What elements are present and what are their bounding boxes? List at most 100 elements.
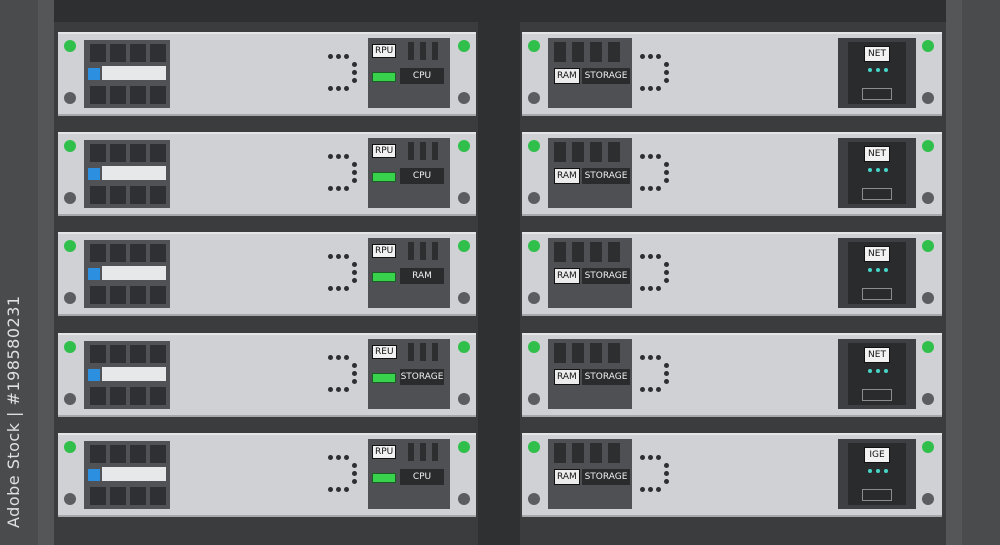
drive-slot[interactable] (110, 286, 126, 304)
unit-tag-label: RPU (372, 445, 397, 459)
connector-dot (344, 355, 349, 360)
panel-slot (432, 443, 438, 461)
drive-slot[interactable] (130, 144, 146, 162)
storage-label: STORAGE (582, 369, 630, 385)
connector-dots (328, 54, 358, 94)
drive-slot[interactable] (150, 86, 166, 104)
drive-slot[interactable] (90, 144, 106, 162)
drive-slot[interactable] (90, 186, 106, 204)
unit-control-panel: RPU CPU (368, 439, 450, 509)
drive-slot[interactable] (150, 186, 166, 204)
left-server-unit: REU STORAGE (58, 333, 476, 417)
drive-slot[interactable] (90, 244, 106, 262)
unit-tag-label: RPU (372, 144, 397, 158)
drive-slot[interactable] (90, 86, 106, 104)
drive-slot[interactable] (90, 387, 106, 405)
drive-slot[interactable] (130, 286, 146, 304)
power-led-icon (64, 341, 76, 353)
drive-slot[interactable] (150, 345, 166, 363)
network-indicator-icon (868, 68, 872, 72)
network-port[interactable] (862, 88, 892, 100)
drive-slot[interactable] (110, 487, 126, 505)
rack-rail-right (946, 0, 962, 545)
connector-dot (352, 70, 357, 75)
network-indicator-icon (876, 369, 880, 373)
screw-icon (528, 292, 540, 304)
network-port[interactable] (862, 188, 892, 200)
screw-icon (458, 493, 470, 505)
drive-slot[interactable] (110, 144, 126, 162)
network-indicator-icon (868, 268, 872, 272)
screw-icon (922, 493, 934, 505)
network-module-inner: NET (848, 142, 906, 204)
connector-dot (328, 387, 333, 392)
memory-slot (590, 42, 602, 62)
drive-slot[interactable] (130, 345, 146, 363)
network-port[interactable] (862, 288, 892, 300)
drive-slot[interactable] (150, 144, 166, 162)
drive-slot[interactable] (130, 487, 146, 505)
drive-slot[interactable] (110, 387, 126, 405)
drive-bay (84, 240, 170, 308)
drive-slot[interactable] (90, 44, 106, 62)
drive-slot[interactable] (130, 86, 146, 104)
connector-dot (648, 154, 653, 159)
drive-slot[interactable] (130, 44, 146, 62)
drive-slot[interactable] (150, 487, 166, 505)
right-server-unit: RAM STORAGE NET (522, 32, 942, 116)
connector-dot (328, 154, 333, 159)
drive-slot[interactable] (130, 244, 146, 262)
power-led-icon (528, 140, 540, 152)
status-led-icon (922, 341, 934, 353)
ram-label: RAM (554, 369, 580, 385)
network-indicator-icon (868, 469, 872, 473)
screw-icon (922, 393, 934, 405)
drive-slot[interactable] (150, 44, 166, 62)
ram-label: RAM (554, 68, 580, 84)
connector-dot (656, 387, 661, 392)
drive-slot[interactable] (150, 244, 166, 262)
drive-slot[interactable] (110, 244, 126, 262)
drive-slot[interactable] (150, 387, 166, 405)
drive-bay-button[interactable] (88, 268, 100, 280)
drive-slot[interactable] (130, 445, 146, 463)
drive-slot[interactable] (110, 186, 126, 204)
drive-bay-button[interactable] (88, 369, 100, 381)
network-port[interactable] (862, 389, 892, 401)
memory-slot (572, 42, 584, 62)
drive-slot[interactable] (130, 387, 146, 405)
connector-dot (328, 355, 333, 360)
connector-dot (344, 54, 349, 59)
drive-slot[interactable] (110, 86, 126, 104)
connector-dot (352, 270, 357, 275)
connector-dot (648, 387, 653, 392)
drive-bay (84, 40, 170, 108)
drive-slot[interactable] (90, 286, 106, 304)
panel-slot (420, 42, 426, 60)
network-indicator-icon (884, 469, 888, 473)
drive-slot[interactable] (90, 487, 106, 505)
memory-slot (554, 142, 566, 162)
screw-icon (458, 192, 470, 204)
drive-slot[interactable] (110, 345, 126, 363)
drive-slot[interactable] (130, 186, 146, 204)
drive-slot[interactable] (110, 44, 126, 62)
drive-slot[interactable] (150, 445, 166, 463)
drive-slot[interactable] (90, 445, 106, 463)
connector-dot (664, 363, 669, 368)
drive-slot[interactable] (90, 345, 106, 363)
connector-dot (664, 162, 669, 167)
connector-dot (648, 86, 653, 91)
drive-bay-button[interactable] (88, 168, 100, 180)
connector-dot (328, 286, 333, 291)
drive-bay-button[interactable] (88, 469, 100, 481)
status-led-icon (922, 40, 934, 52)
connector-dot (336, 455, 341, 460)
drive-bay-button[interactable] (88, 68, 100, 80)
connector-dot (336, 154, 341, 159)
unit-status-label: RAM (400, 268, 444, 284)
drive-slot[interactable] (150, 286, 166, 304)
drive-slot[interactable] (110, 445, 126, 463)
network-port[interactable] (862, 489, 892, 501)
activity-indicator (372, 373, 396, 383)
